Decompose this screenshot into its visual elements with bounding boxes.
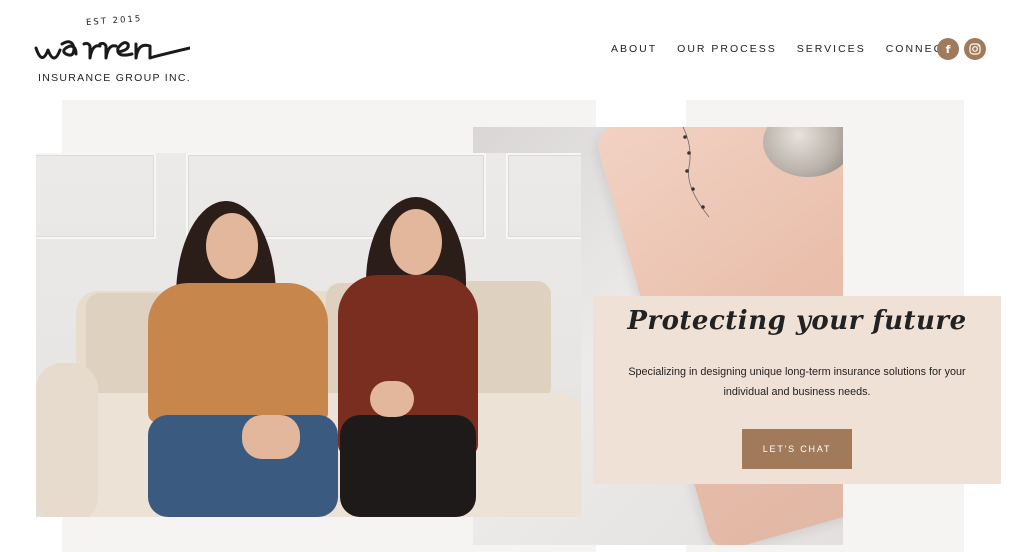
logo-subtitle: INSURANCE GROUP INC.: [38, 72, 191, 84]
wall-panel: [36, 153, 156, 239]
wall-panel: [506, 153, 581, 239]
social-links: f: [937, 38, 986, 60]
fairy-lights-image: [682, 127, 710, 217]
team-photo: [36, 153, 581, 517]
logo-script-mark: [34, 40, 190, 60]
logo-est-text: EST 2015: [85, 14, 143, 28]
nav-item-about[interactable]: ABOUT: [611, 43, 657, 55]
nav-item-services[interactable]: SERVICES: [797, 43, 866, 55]
sofa-arm: [36, 363, 98, 517]
facebook-icon[interactable]: f: [937, 38, 959, 60]
nav-item-our-process[interactable]: OUR PROCESS: [677, 43, 777, 55]
person-left-sweater: [148, 283, 328, 423]
logo[interactable]: EST 2015 INSURANCE GROUP INC.: [34, 14, 194, 86]
person-left-hands: [242, 415, 300, 459]
hero-title: Protecting your future: [627, 306, 967, 336]
hero-description: Specializing in designing unique long-te…: [628, 366, 966, 398]
hero-card: Protecting your future Specializing in d…: [593, 296, 1001, 484]
person-right-face: [390, 209, 442, 275]
person-right-hands: [370, 381, 414, 417]
person-right-pants: [340, 415, 476, 517]
instagram-glyph: [969, 43, 981, 55]
main-nav: ABOUT OUR PROCESS SERVICES CONNECT: [611, 43, 952, 55]
person-left-face: [206, 213, 258, 279]
lets-chat-button[interactable]: LET'S CHAT: [742, 429, 852, 469]
instagram-icon[interactable]: [964, 38, 986, 60]
